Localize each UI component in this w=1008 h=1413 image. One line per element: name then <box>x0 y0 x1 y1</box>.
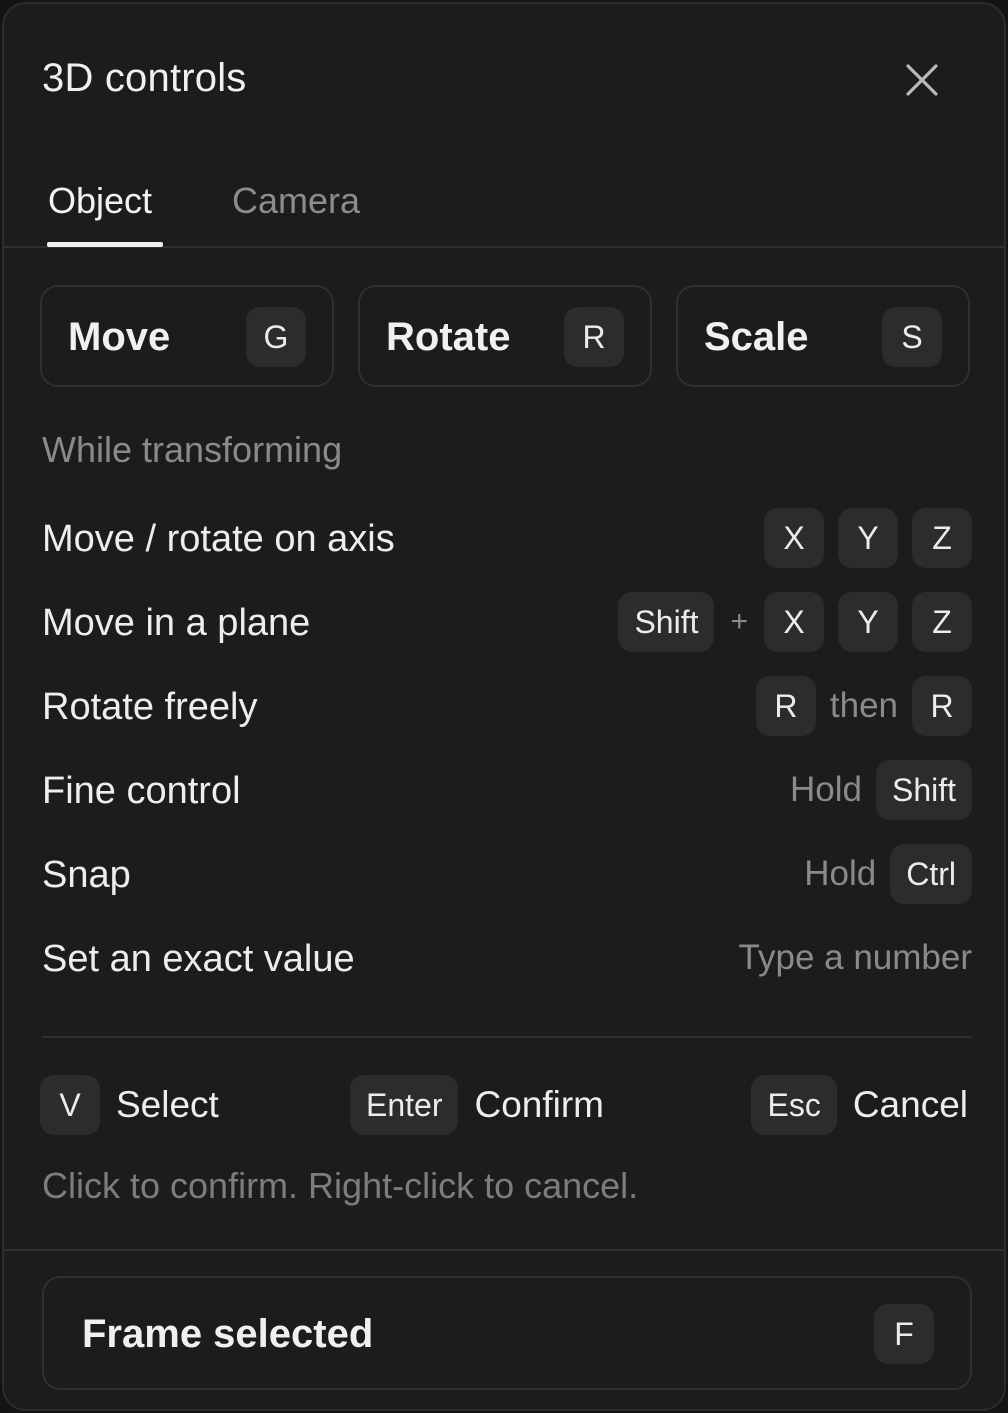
combo-text: Type a number <box>738 938 972 977</box>
shortcut-row: Move / rotate on axis X Y Z <box>42 508 972 572</box>
panel-title: 3D controls <box>42 56 247 100</box>
shortcut-key: R <box>755 676 816 736</box>
key-combo: Hold Ctrl <box>804 844 972 904</box>
hint-text: Click to confirm. Right-click to cancel. <box>42 1165 639 1206</box>
shortcut-label: Fine control <box>42 770 241 812</box>
close-icon <box>906 64 938 96</box>
shortcut-row: Move in a plane Shift + X Y Z <box>42 592 972 656</box>
shortcut-key: S <box>882 307 942 367</box>
shortcut-key: R <box>912 676 972 736</box>
shortcut-key: Shift <box>875 760 972 820</box>
key-combo: Type a number <box>739 928 972 988</box>
divider <box>42 1036 972 1038</box>
shortcut-key: Z <box>912 508 972 568</box>
close-button[interactable] <box>894 52 950 108</box>
shortcut-key: G <box>246 307 306 367</box>
tab-bar: 3D controls Object Camera <box>4 4 1004 248</box>
tool-label: Rotate <box>386 315 511 359</box>
combo-word: then <box>829 686 898 725</box>
shortcut-label: Move in a plane <box>42 602 311 644</box>
shortcut-key: F <box>874 1304 934 1364</box>
shortcut-key: X <box>764 592 824 652</box>
shortcut-key: R <box>564 307 624 367</box>
combo-word: Hold <box>804 854 877 893</box>
shortcut-key: Z <box>912 592 972 652</box>
action-label: Cancel <box>852 1084 968 1125</box>
shortcut-label: Move / rotate on axis <box>42 518 395 560</box>
shortcut-row: Set an exact value Type a number <box>42 928 972 992</box>
key-combo: Hold Shift <box>790 760 972 820</box>
button-label: Frame selected <box>82 1312 374 1356</box>
shortcut-key: Y <box>838 592 898 652</box>
section-heading: While transforming <box>42 429 343 470</box>
tool-label: Scale <box>704 315 809 359</box>
key-combo: Shift + X Y Z <box>618 592 972 652</box>
shortcut-key: Esc <box>751 1075 837 1135</box>
action-label: Confirm <box>474 1084 605 1125</box>
scale-tool-button[interactable]: Scale S <box>676 285 970 387</box>
shortcut-key: Ctrl <box>890 844 972 904</box>
shortcut-row: Fine control Hold Shift <box>42 760 972 824</box>
tool-label: Move <box>68 315 171 359</box>
shortcut-key: X <box>764 508 824 568</box>
key-combo: R then R <box>755 676 972 736</box>
combo-word: Hold <box>789 770 862 809</box>
key-combo: X Y Z <box>764 508 972 568</box>
shortcut-label: Rotate freely <box>42 686 258 728</box>
controls-panel: 3D controls Object Camera Move G Rotate … <box>2 2 1006 1411</box>
shortcut-key: Shift <box>618 592 715 652</box>
shortcut-row: Rotate freely R then R <box>42 676 972 740</box>
frame-selected-button[interactable]: Frame selected F <box>42 1276 972 1390</box>
select-action[interactable]: V Select <box>40 1074 219 1136</box>
plus-separator: + <box>730 605 748 638</box>
footer-divider <box>4 1249 1004 1251</box>
rotate-tool-button[interactable]: Rotate R <box>358 285 652 387</box>
move-tool-button[interactable]: Move G <box>40 285 334 387</box>
action-label: Select <box>116 1084 219 1125</box>
shortcut-row: Snap Hold Ctrl <box>42 844 972 908</box>
shortcut-label: Snap <box>42 854 131 896</box>
tab-object[interactable]: Object <box>48 178 152 224</box>
shortcut-key: Y <box>838 508 898 568</box>
shortcut-key: Enter <box>350 1075 459 1135</box>
tab-camera[interactable]: Camera <box>232 178 360 224</box>
cancel-action[interactable]: Esc Cancel <box>751 1074 968 1136</box>
confirm-action[interactable]: Enter Confirm <box>350 1074 604 1136</box>
shortcut-key: V <box>40 1075 100 1135</box>
shortcut-label: Set an exact value <box>42 938 355 980</box>
active-tab-indicator <box>47 242 163 247</box>
